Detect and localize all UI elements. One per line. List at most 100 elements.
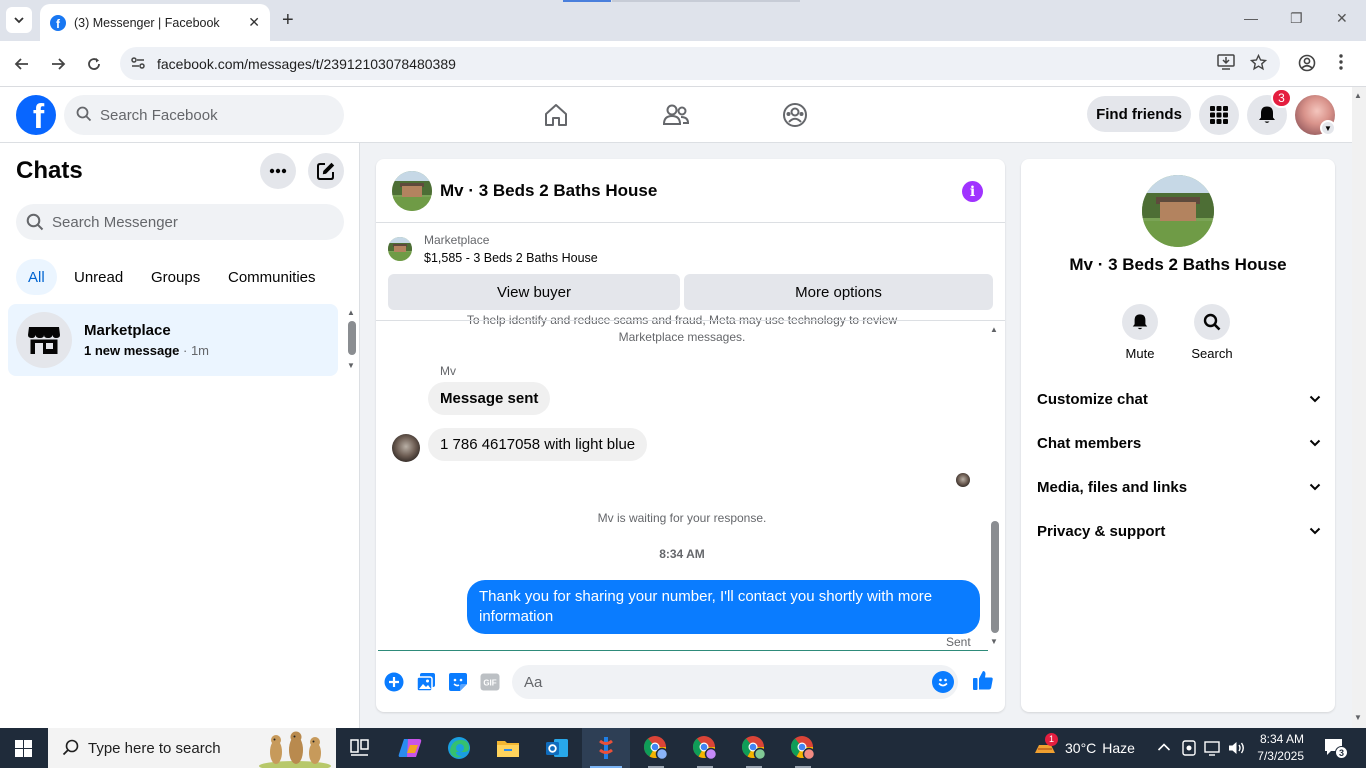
close-window-icon[interactable]: ✕ — [1336, 10, 1348, 27]
new-tab-icon[interactable]: + — [282, 9, 294, 32]
more-options-button[interactable]: More options — [684, 274, 993, 310]
chrome-profile-icon[interactable] — [779, 728, 827, 768]
restore-window-icon[interactable]: ❐ — [1290, 10, 1303, 27]
section-media-files-links[interactable]: Media, files and links — [1037, 469, 1321, 505]
account-chevron-down-icon[interactable]: ▼ — [1320, 120, 1336, 136]
weather-widget[interactable]: 1 30°C Haze — [1033, 728, 1135, 768]
edge-browser-icon[interactable] — [435, 728, 483, 768]
chat-item-marketplace[interactable]: Marketplace 1 new message · 1m — [8, 304, 338, 376]
message-input-placeholder: Aa — [524, 673, 543, 691]
attach-photo-icon[interactable] — [415, 671, 437, 693]
emoji-icon[interactable] — [932, 671, 954, 693]
page-scroll-down-icon[interactable]: ▼ — [1354, 713, 1362, 722]
filter-all[interactable]: All — [16, 259, 57, 295]
conversation-scroll-thumb[interactable] — [991, 521, 999, 633]
conversation-panel: Mv · 3 Beds 2 Baths House i Marketplace … — [376, 159, 1005, 712]
show-hidden-icons-chevron-up-icon[interactable] — [1157, 740, 1171, 755]
find-friends-button[interactable]: Find friends — [1087, 96, 1191, 132]
seen-receipt-avatar — [956, 473, 970, 487]
install-app-icon[interactable] — [1217, 54, 1235, 75]
task-view-icon[interactable] — [336, 728, 384, 768]
facebook-logo[interactable]: f — [16, 95, 56, 135]
taskbar-app-active[interactable] — [582, 728, 630, 768]
section-customize-chat[interactable]: Customize chat — [1037, 381, 1321, 417]
chat-list-scroll-thumb[interactable] — [348, 321, 356, 355]
search-icon — [62, 739, 80, 761]
search-in-conversation-button[interactable]: Search — [1182, 304, 1242, 361]
home-nav-icon[interactable] — [541, 101, 571, 129]
messenger-search-input[interactable]: Search Messenger — [16, 204, 344, 240]
chat-options-button[interactable] — [260, 153, 296, 189]
conversation-scroll-down-icon[interactable]: ▼ — [990, 637, 998, 646]
chevron-down-icon — [1309, 483, 1321, 491]
reload-icon[interactable] — [83, 53, 105, 75]
sticker-icon[interactable] — [447, 671, 469, 693]
filter-groups[interactable]: Groups — [139, 259, 212, 295]
browser-toolbar: facebook.com/messages/t/2391210307848038… — [0, 41, 1366, 87]
volume-icon[interactable] — [1228, 740, 1246, 759]
message-input[interactable]: Aa — [512, 665, 958, 699]
section-privacy-support[interactable]: Privacy & support — [1037, 513, 1321, 549]
friends-nav-icon[interactable] — [661, 101, 691, 129]
mute-button[interactable]: Mute — [1110, 304, 1170, 361]
profile-icon[interactable] — [1298, 54, 1316, 77]
chat-time: · 1m — [179, 343, 210, 358]
back-icon[interactable] — [11, 53, 33, 75]
menu-grid-button[interactable] — [1199, 95, 1239, 135]
page-scrollbar[interactable]: ▲ ▼ — [1352, 87, 1366, 728]
groups-nav-icon[interactable] — [780, 101, 810, 129]
new-message-button[interactable] — [308, 153, 344, 189]
forward-icon[interactable] — [47, 53, 69, 75]
chrome-profile-icon[interactable] — [632, 728, 680, 768]
taskbar-clock[interactable]: 8:34 AM 7/3/2025 — [1254, 731, 1304, 765]
bookmark-star-icon[interactable] — [1249, 53, 1268, 76]
gif-icon[interactable]: GIF — [479, 671, 501, 693]
notification-center-icon[interactable]: 3 — [1324, 738, 1348, 763]
conversation-scroll-up-icon[interactable]: ▲ — [990, 325, 998, 334]
file-explorer-icon[interactable] — [484, 728, 532, 768]
info-icon[interactable]: i — [962, 181, 983, 202]
section-label: Chat members — [1037, 434, 1142, 452]
messenger-search-placeholder: Search Messenger — [52, 213, 178, 231]
view-buyer-button[interactable]: View buyer — [388, 274, 680, 310]
conversation-avatar[interactable] — [392, 171, 432, 211]
address-bar[interactable]: facebook.com/messages/t/2391210307848038… — [120, 47, 1280, 80]
outgoing-message[interactable]: Thank you for sharing your number, I'll … — [467, 580, 980, 634]
search-highlight-meerkats-icon[interactable] — [258, 730, 332, 768]
chrome-profile-icon[interactable] — [681, 728, 729, 768]
incoming-message[interactable]: 1 786 4617058 with light blue — [428, 428, 648, 461]
site-settings-icon[interactable] — [130, 55, 146, 74]
tab-search-button[interactable] — [6, 7, 32, 33]
chrome-profile-icon[interactable] — [730, 728, 778, 768]
browser-menu-icon[interactable] — [1338, 53, 1344, 76]
outlook-icon[interactable] — [533, 728, 581, 768]
url-text: facebook.com/messages/t/2391210307848038… — [157, 55, 456, 72]
incoming-message[interactable]: Message sent — [428, 382, 551, 415]
chat-list-scroll-down-icon[interactable]: ▼ — [347, 361, 355, 370]
filter-unread[interactable]: Unread — [62, 259, 135, 295]
network-icon[interactable] — [1204, 740, 1222, 759]
copilot-icon[interactable] — [386, 728, 434, 768]
windows-start-icon[interactable] — [15, 740, 32, 757]
browser-tab-messenger[interactable]: f (3) Messenger | Facebook ✕ — [40, 4, 270, 41]
chevron-down-icon — [1309, 527, 1321, 535]
chat-list-scroll-up-icon[interactable]: ▲ — [347, 308, 355, 317]
section-chat-members[interactable]: Chat members — [1037, 425, 1321, 461]
listing-thumbnail[interactable] — [388, 237, 412, 261]
sender-name: Mv — [440, 364, 456, 378]
conversation-title[interactable]: Mv · 3 Beds 2 Baths House — [440, 181, 657, 201]
more-actions-plus-icon[interactable] — [383, 671, 405, 693]
filter-communities[interactable]: Communities — [216, 259, 328, 295]
chat-info-avatar[interactable] — [1142, 175, 1214, 247]
meet-now-icon[interactable] — [1182, 740, 1196, 759]
tab-close-icon[interactable]: ✕ — [248, 14, 260, 31]
chat-preview: 1 new message · 1m — [84, 343, 209, 358]
like-thumbs-up-icon[interactable] — [972, 669, 994, 691]
listing-title[interactable]: $1,585 - 3 Beds 2 Baths House — [424, 251, 598, 265]
chats-title: Chats — [16, 157, 83, 184]
facebook-search-input[interactable]: Search Facebook — [64, 95, 344, 135]
page-scroll-up-icon[interactable]: ▲ — [1354, 91, 1362, 100]
notification-count-badge: 3 — [1271, 88, 1292, 108]
sender-avatar[interactable] — [392, 434, 420, 462]
minimize-window-icon[interactable]: — — [1244, 10, 1258, 26]
